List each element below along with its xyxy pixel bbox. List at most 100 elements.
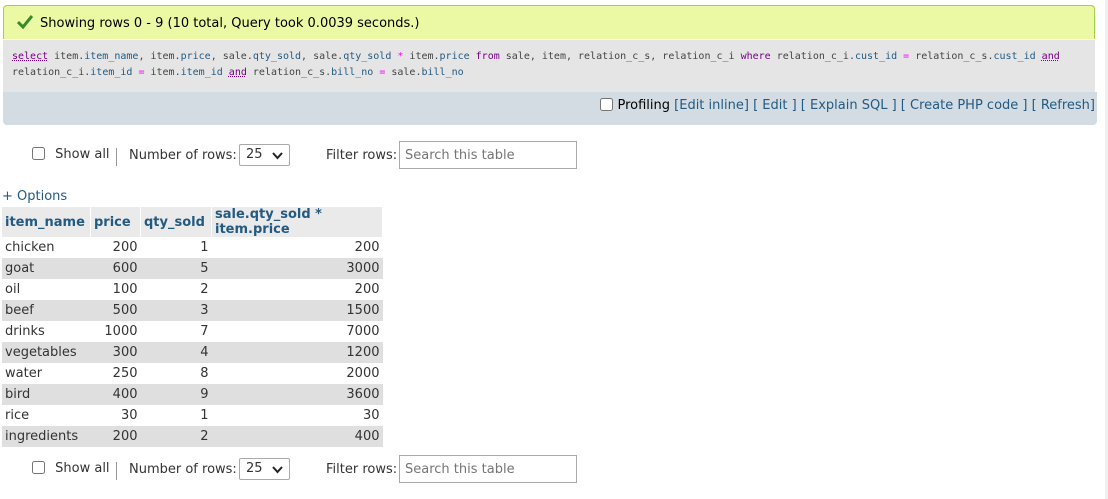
table-cell[interactable]: 1500 [211,300,383,321]
column-header-total[interactable]: sale.qty_sold * item.price [211,207,383,237]
table-cell[interactable]: 4 [140,342,212,363]
sql-token: qty_sold [343,51,392,62]
table-cell[interactable]: 300 [90,342,141,363]
table-row[interactable]: rice 30 1 30 [2,405,383,426]
edit-link[interactable]: [ Edit ] [753,98,797,113]
table-cell[interactable]: 1 [140,405,212,426]
table-cell[interactable]: ingredients [2,426,91,447]
filter-rows-input-bottom[interactable]: Search this table [399,455,577,483]
number-of-rows-select[interactable]: 25 [239,144,290,166]
table-cell[interactable]: 200 [90,426,141,447]
table-cell[interactable]: 1200 [211,342,383,363]
table-cell[interactable]: 2 [140,426,212,447]
table-row[interactable]: drinks 1000 7 7000 [2,321,383,342]
table-cell[interactable]: 200 [211,237,383,258]
table-cell[interactable]: 7000 [211,321,383,342]
filter-rows-label: Filter rows: [326,148,398,163]
table-cell[interactable]: 7 [140,321,212,342]
table-cell[interactable]: 9 [140,384,212,405]
table-cell[interactable]: goat [2,258,91,279]
show-all-label-bottom[interactable]: Show all [55,461,109,476]
sql-token: and [1041,51,1060,62]
sql-token: sale, item, relation_c_s, relation_c_i [505,51,741,62]
table-row[interactable]: chicken 200 1 200 [2,237,383,258]
table-cell[interactable]: 400 [90,384,141,405]
number-of-rows-select-bottom[interactable]: 25 [239,458,290,480]
table-cell[interactable]: 200 [90,237,141,258]
options-link[interactable]: + Options [2,189,67,204]
explain-sql-link[interactable]: [ Explain SQL ] [801,98,897,113]
sql-token: relation_c_s. [246,67,332,78]
sql-token: where [740,51,771,62]
sql-token: , sale. [210,51,253,62]
sql-token: sale. [391,67,422,78]
table-cell[interactable]: 30 [90,405,141,426]
table-header-row: item_name price qty_sold sale.qty_sold *… [2,207,383,237]
show-all-checkbox-bottom[interactable] [32,461,45,474]
sql-token: price [439,51,470,62]
table-cell[interactable]: beef [2,300,91,321]
refresh-link[interactable]: [ Refresh] [1032,98,1095,113]
table-cell[interactable]: 3600 [211,384,383,405]
table-cell[interactable]: drinks [2,321,91,342]
show-all-label[interactable]: Show all [55,147,109,162]
table-cell[interactable]: bird [2,384,91,405]
table-cell[interactable]: chicken [2,237,91,258]
table-cell[interactable]: 3 [140,300,212,321]
create-php-code-link[interactable]: [ Create PHP code ] [901,98,1028,113]
success-message: Showing rows 0 - 9 (10 total, Query took… [40,16,420,31]
table-cell[interactable]: 8 [140,363,212,384]
query-tools: Profiling [Edit inline] [ Edit ] [ Expla… [600,98,1095,113]
table-row[interactable]: vegetables 300 4 1200 [2,342,383,363]
profiling-label: Profiling [617,98,671,113]
table-row[interactable]: ingredients 200 2 400 [2,426,383,447]
success-message-box: Showing rows 0 - 9 (10 total, Query took… [3,5,1095,39]
query-tools-bar: Profiling [Edit inline] [ Edit ] [ Expla… [3,92,1097,125]
show-all-checkbox[interactable] [32,147,45,160]
table-cell[interactable]: 1000 [90,321,141,342]
table-cell[interactable]: water [2,363,91,384]
table-row[interactable]: water 250 8 2000 [2,363,383,384]
table-cell[interactable]: 100 [90,279,141,300]
table-cell[interactable]: 600 [90,258,141,279]
filter-rows-placeholder: Search this table [405,148,515,163]
table-cell[interactable]: 400 [211,426,383,447]
sql-token: price [180,51,211,62]
check-icon [16,15,34,33]
table-cell[interactable]: 2 [140,279,212,300]
table-cell[interactable]: 30 [211,405,383,426]
chevron-down-icon [272,463,283,478]
table-row[interactable]: bird 400 9 3600 [2,384,383,405]
table-cell[interactable]: 5 [140,258,212,279]
table-cell[interactable]: 200 [211,279,383,300]
sql-token: item_id [90,67,133,78]
table-row[interactable]: beef 500 3 1500 [2,300,383,321]
sql-token: , sale. [301,51,344,62]
sql-token: item. [150,67,181,78]
chevron-down-icon [272,149,283,164]
table-cell[interactable]: 3000 [211,258,383,279]
results-table: item_name price qty_sold sale.qty_sold *… [2,207,383,447]
profiling-checkbox[interactable] [600,98,614,111]
table-cell[interactable]: oil [2,279,91,300]
table-row[interactable]: oil 100 2 200 [2,279,383,300]
column-header-price[interactable]: price [90,207,141,237]
number-of-rows-value-bottom: 25 [246,461,263,476]
sql-token: qty_sold [252,51,302,62]
sql-token: * [391,51,410,62]
sql-token: and [228,67,247,78]
table-cell[interactable]: 250 [90,363,141,384]
table-cell[interactable]: 1 [140,237,212,258]
table-cell[interactable]: vegetables [2,342,91,363]
sql-token: = [373,67,392,78]
edit-inline-link[interactable]: [Edit inline] [674,98,749,113]
column-header-qty-sold[interactable]: qty_sold [140,207,212,237]
filter-rows-input[interactable]: Search this table [399,141,577,169]
sql-token: bill_no [421,67,464,78]
table-cell[interactable]: rice [2,405,91,426]
column-header-item-name[interactable]: item_name [2,207,91,237]
table-row[interactable]: goat 600 5 3000 [2,258,383,279]
table-cell[interactable]: 500 [90,300,141,321]
table-cell[interactable]: 2000 [211,363,383,384]
sql-token: relation_c_i. [12,67,91,78]
